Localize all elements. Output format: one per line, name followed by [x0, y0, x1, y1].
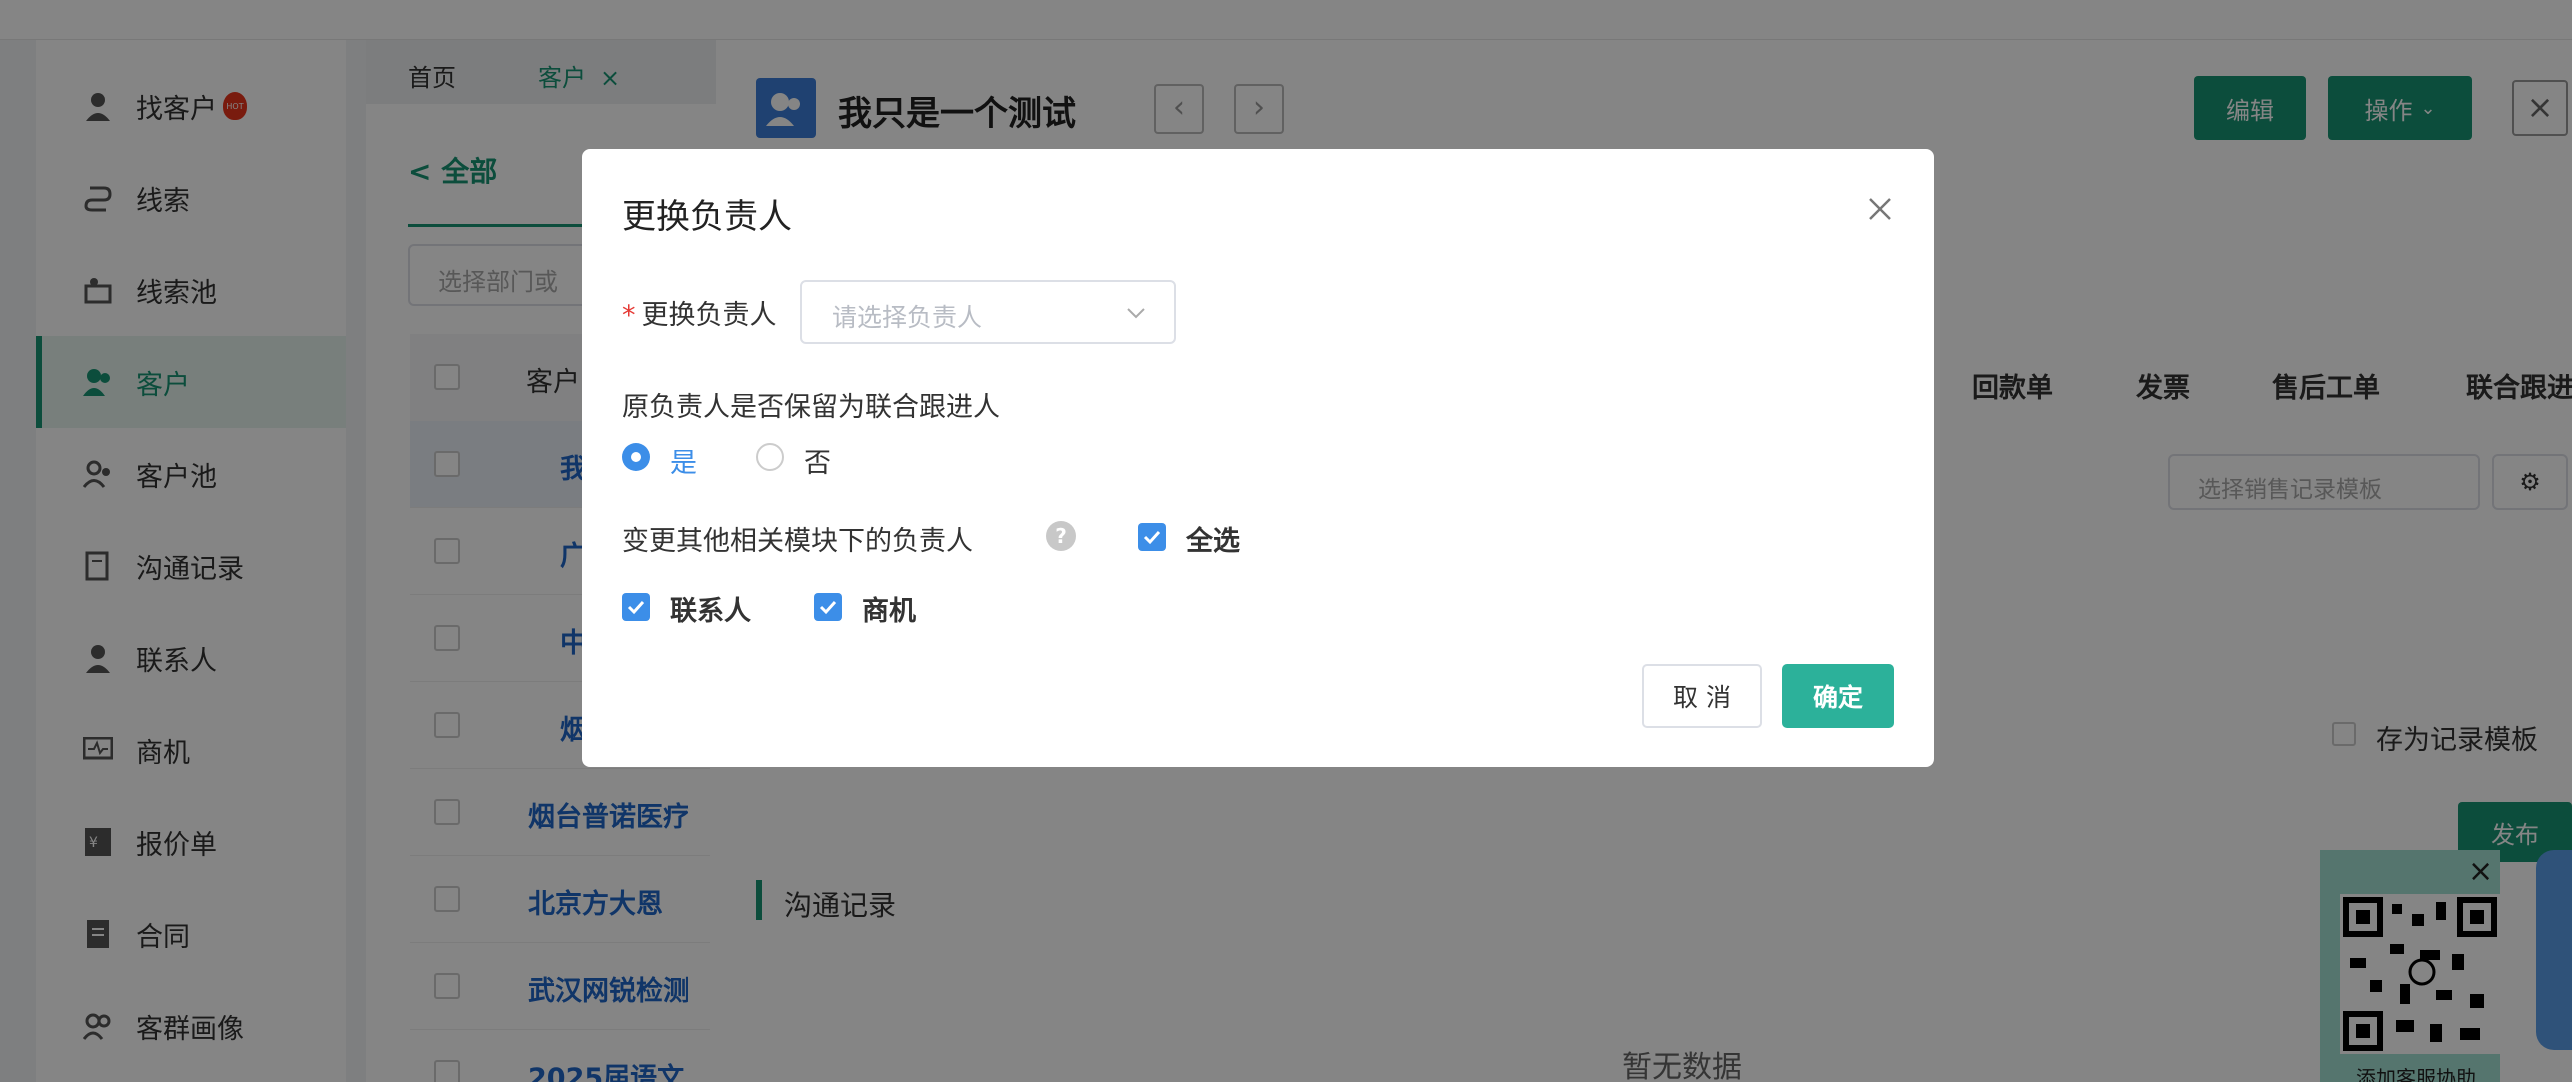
select-all-label[interactable]: 全选: [1186, 519, 1240, 558]
confirm-button[interactable]: 确定: [1782, 664, 1894, 728]
contacts-checkbox[interactable]: [622, 593, 650, 621]
required-asterisk: *: [622, 300, 636, 331]
opportunity-label[interactable]: 商机: [862, 589, 916, 628]
close-icon[interactable]: [1864, 193, 1896, 225]
select-all-checkbox[interactable]: [1138, 523, 1166, 551]
chevron-down-icon: [1127, 308, 1145, 319]
radio-no[interactable]: [756, 443, 784, 471]
owner-select-placeholder: 请选择负责人: [832, 303, 983, 332]
radio-yes-label[interactable]: 是: [670, 441, 697, 480]
owner-field-label: * 更换负责人: [622, 293, 777, 332]
opportunity-checkbox[interactable]: [814, 593, 842, 621]
keep-owner-label: 原负责人是否保留为联合跟进人: [622, 392, 1000, 423]
contacts-label[interactable]: 联系人: [670, 589, 751, 628]
dialog-title: 更换负责人: [622, 197, 792, 237]
change-owner-dialog: 更换负责人 * 更换负责人 请选择负责人 原负责人是否保留为联合跟进人 是 否 变…: [582, 149, 1934, 767]
change-modules-label: 变更其他相关模块下的负责人: [622, 526, 973, 557]
owner-field-label-text: 更换负责人: [641, 300, 777, 331]
radio-yes[interactable]: [622, 443, 650, 471]
cancel-button[interactable]: 取 消: [1642, 664, 1762, 728]
owner-select[interactable]: 请选择负责人: [800, 280, 1176, 344]
help-icon[interactable]: ?: [1046, 521, 1076, 551]
radio-no-label[interactable]: 否: [804, 441, 831, 480]
